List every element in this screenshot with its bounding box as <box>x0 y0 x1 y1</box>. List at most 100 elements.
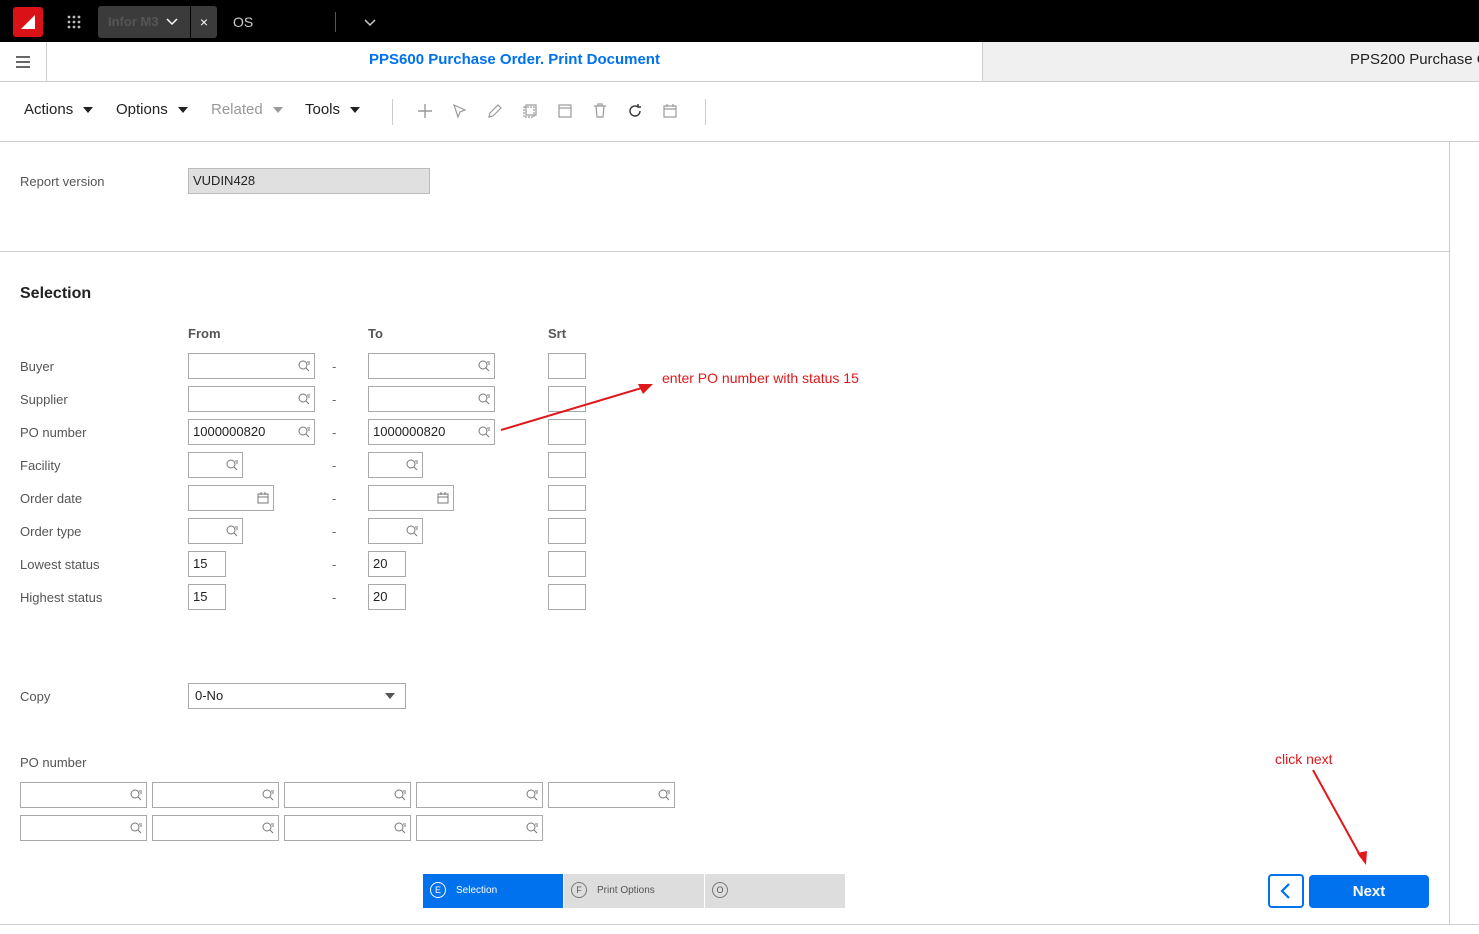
lookup-icon[interactable] <box>657 788 671 802</box>
po-number-from-input[interactable]: 1000000820 <box>188 419 315 445</box>
edit-pencil-icon[interactable] <box>486 102 504 120</box>
step-e-badge: E <box>430 882 446 898</box>
supplier-to-input[interactable] <box>368 386 495 412</box>
po-number-list-input[interactable] <box>416 815 543 841</box>
display-icon[interactable] <box>556 102 574 120</box>
lookup-icon[interactable] <box>261 788 275 802</box>
buyer-from-input[interactable] <box>188 353 315 379</box>
select-cursor-icon[interactable] <box>451 102 469 120</box>
copy-label: Copy <box>20 689 51 704</box>
lookup-icon[interactable] <box>477 359 491 373</box>
close-tab-icon[interactable]: × <box>191 6 217 38</box>
section-divider <box>0 251 1449 252</box>
next-button[interactable]: Next <box>1309 875 1429 908</box>
menu-actions-label: Actions <box>24 101 74 118</box>
lookup-icon[interactable] <box>225 458 239 472</box>
lookup-icon[interactable] <box>393 821 407 835</box>
range-dash: - <box>332 458 337 473</box>
lowest-status-to-input[interactable]: 20 <box>368 551 406 577</box>
order-type-label: Order type <box>20 524 82 539</box>
menu-options-label: Options <box>116 101 168 118</box>
step-selection-label: Selection <box>456 885 498 896</box>
selection-title: Selection <box>20 285 92 302</box>
hamburger-menu-icon[interactable] <box>13 54 33 70</box>
back-button[interactable] <box>1268 874 1304 908</box>
tab-infor-m3[interactable]: Infor M3 <box>98 6 190 38</box>
step-selection[interactable]: E Selection <box>423 874 563 908</box>
column-header-to: To <box>368 326 383 341</box>
menu-related-label: Related <box>211 101 263 118</box>
order-type-from-input[interactable] <box>188 518 243 544</box>
app-grid-icon[interactable] <box>66 14 82 30</box>
po-number-list-input[interactable] <box>284 815 411 841</box>
lookup-icon[interactable] <box>225 524 239 538</box>
po-number-to-input[interactable]: 1000000820 <box>368 419 495 445</box>
infor-logo-icon[interactable] <box>13 7 43 37</box>
lookup-icon[interactable] <box>297 392 311 406</box>
highest-status-srt-input[interactable] <box>548 584 586 610</box>
menu-actions[interactable]: Actions <box>24 101 94 118</box>
divider <box>335 12 336 32</box>
po-number-list-input[interactable] <box>548 782 675 808</box>
calendar-icon[interactable] <box>436 491 450 505</box>
facility-to-input[interactable] <box>368 452 423 478</box>
supplier-from-input[interactable] <box>188 386 315 412</box>
order-date-from-input[interactable] <box>188 485 274 511</box>
po-number-list-input[interactable] <box>416 782 543 808</box>
range-dash: - <box>332 524 337 539</box>
facility-srt-input[interactable] <box>548 452 586 478</box>
menu-tools[interactable]: Tools <box>305 101 361 118</box>
po-number-list-input[interactable] <box>152 815 279 841</box>
secondary-panel-title[interactable]: PPS200 Purchase O <box>1350 51 1479 68</box>
refresh-icon[interactable] <box>626 102 644 120</box>
toolbar-divider <box>705 99 706 125</box>
lookup-icon[interactable] <box>477 392 491 406</box>
lookup-icon[interactable] <box>405 524 419 538</box>
order-type-to-input[interactable] <box>368 518 423 544</box>
step-print-options[interactable]: F Print Options <box>564 874 704 908</box>
highest-status-to-input[interactable]: 20 <box>368 584 406 610</box>
calendar-icon[interactable] <box>256 491 270 505</box>
po-number-list-input[interactable] <box>20 782 147 808</box>
column-header-from: From <box>188 326 221 341</box>
copy-select[interactable]: 0-No <box>188 683 406 709</box>
step-o[interactable]: O <box>705 874 845 908</box>
lowest-status-srt-input[interactable] <box>548 551 586 577</box>
chevron-down-icon[interactable] <box>364 16 376 31</box>
lookup-icon[interactable] <box>297 359 311 373</box>
po-number-from-value: 1000000820 <box>193 424 266 439</box>
range-dash: - <box>332 491 337 506</box>
po-number-list-input[interactable] <box>284 782 411 808</box>
dropdown-arrow-icon <box>385 693 395 699</box>
add-icon[interactable] <box>416 102 434 120</box>
lowest-status-from-input[interactable]: 15 <box>188 551 226 577</box>
lookup-icon[interactable] <box>393 788 407 802</box>
tab-os[interactable]: OS <box>233 14 253 30</box>
lookup-icon[interactable] <box>129 788 143 802</box>
lookup-icon[interactable] <box>525 821 539 835</box>
order-type-srt-input[interactable] <box>548 518 586 544</box>
lookup-icon[interactable] <box>297 425 311 439</box>
footer-divider <box>0 924 1479 925</box>
po-number-list-input[interactable] <box>20 815 147 841</box>
po-number-list-input[interactable] <box>152 782 279 808</box>
lookup-icon[interactable] <box>525 788 539 802</box>
chevron-left-icon <box>1280 883 1290 899</box>
caret-down-icon <box>83 107 94 114</box>
facility-from-input[interactable] <box>188 452 243 478</box>
order-date-srt-input[interactable] <box>548 485 586 511</box>
lookup-icon[interactable] <box>129 821 143 835</box>
chevron-down-icon <box>166 18 178 26</box>
menu-options[interactable]: Options <box>116 101 188 118</box>
delete-icon[interactable] <box>591 102 609 120</box>
calendar-icon[interactable] <box>661 102 679 120</box>
copy-icon[interactable] <box>521 102 539 120</box>
range-dash: - <box>332 590 337 605</box>
lookup-icon[interactable] <box>261 821 275 835</box>
order-date-to-input[interactable] <box>368 485 454 511</box>
buyer-to-input[interactable] <box>368 353 495 379</box>
highest-status-from-input[interactable]: 15 <box>188 584 226 610</box>
lookup-icon[interactable] <box>405 458 419 472</box>
caret-down-icon <box>272 107 283 114</box>
lookup-icon[interactable] <box>477 425 491 439</box>
